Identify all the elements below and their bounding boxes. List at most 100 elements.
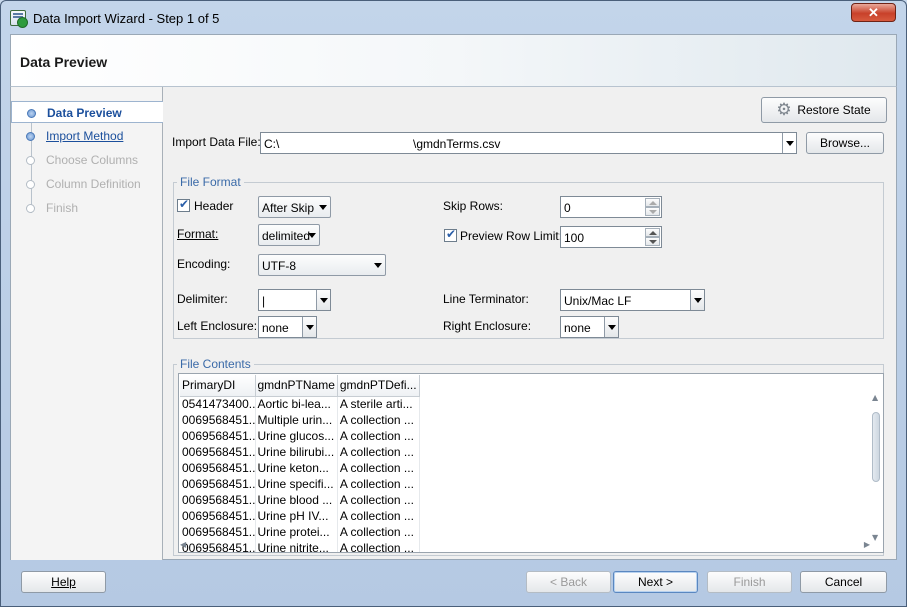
table-row[interactable]: 0541473400... Aortic bi-lea... A sterile a… — [180, 396, 420, 412]
close-button[interactable]: ✕ — [851, 3, 896, 22]
table-row[interactable]: 0069568451... Urine specifi... A collectio… — [180, 476, 420, 492]
format-label: Format: — [177, 227, 218, 241]
table-cell: 0069568451... — [180, 412, 256, 428]
delimiter-combo[interactable]: | — [258, 289, 331, 311]
column-header[interactable]: PrimaryDI — [180, 375, 256, 397]
table-row[interactable]: 0069568451... Urine pH IV... A collection … — [180, 508, 420, 524]
table-row[interactable]: 0069568451... Urine blood ... A collection… — [180, 492, 420, 508]
column-header[interactable]: gmdnPTDefi... — [337, 375, 420, 397]
table-cell: Urine pH IV... — [255, 508, 338, 524]
table-row[interactable]: 0069568451... Urine bilirubi... A collecti… — [180, 444, 420, 460]
line-terminator-label: Line Terminator: — [443, 292, 529, 306]
import-file-path-end: \gmdnTerms.csv — [413, 137, 501, 151]
step-pending-icon — [26, 204, 35, 213]
chevron-down-icon[interactable] — [302, 317, 316, 337]
nav-step-label: Data Preview — [47, 106, 122, 120]
preview-limit-label: Preview Row Limit: — [460, 229, 563, 243]
chevron-down-icon[interactable] — [690, 290, 704, 310]
nav-step-label: Import Method — [46, 129, 124, 143]
encoding-select[interactable]: UTF-8 — [258, 254, 386, 276]
encoding-label: Encoding: — [177, 257, 231, 271]
chevron-down-icon — [316, 197, 330, 217]
file-contents-table[interactable]: PrimaryDI gmdnPTName gmdnPTDefi... 05414… — [178, 373, 884, 553]
preview-limit-value: 100 — [564, 231, 585, 245]
page-title: Data Preview — [20, 54, 108, 70]
file-contents-title: File Contents — [177, 357, 254, 371]
line-terminator-combo[interactable]: Unix/Mac LF — [560, 289, 705, 311]
vertical-scrollbar[interactable]: ▲ ▼ — [870, 393, 882, 542]
skip-rows-spinner[interactable]: 0 — [560, 196, 662, 218]
app-icon — [10, 10, 28, 28]
table-row[interactable]: 0069568451... Urine keton... A collection … — [180, 460, 420, 476]
table-cell: 0541473400... — [180, 396, 256, 412]
browse-button[interactable]: Browse... — [806, 132, 884, 154]
check-icon: ✔ — [446, 227, 457, 241]
table-cell: A collection ... — [337, 444, 420, 460]
nav-step-import-method[interactable]: Import Method — [11, 125, 162, 147]
header-checkbox[interactable]: ✔ — [177, 197, 190, 212]
table-row[interactable]: 0069568451... Multiple urin... A collectio… — [180, 412, 420, 428]
chevron-down-icon[interactable] — [782, 133, 796, 153]
finish-button[interactable]: Finish — [707, 571, 792, 593]
nav-step-choose-columns: Choose Columns — [11, 149, 162, 171]
preview-limit-checkbox[interactable]: ✔ — [444, 227, 457, 242]
table-cell: Urine specifi... — [255, 476, 338, 492]
table-cell: Multiple urin... — [255, 412, 338, 428]
table-row[interactable]: 0069568451... Urine glucos... A collection… — [180, 428, 420, 444]
title-bar[interactable]: Data Import Wizard - Step 1 of 5 ✕ — [1, 1, 906, 33]
scroll-down-icon[interactable]: ▼ — [872, 533, 878, 542]
step-active-icon — [27, 109, 36, 118]
chevron-down-icon — [371, 255, 385, 275]
header-label: Header — [194, 199, 234, 213]
format-label-text: Format: — [177, 227, 219, 241]
restore-state-label: Restore State — [797, 103, 871, 117]
table-cell: Urine blood ... — [255, 492, 338, 508]
skip-rows-value: 0 — [564, 201, 571, 215]
preview-limit-spinner[interactable]: 100 — [560, 226, 662, 248]
nav-step-column-definition: Column Definition — [11, 173, 162, 195]
format-select[interactable]: delimited — [258, 224, 320, 246]
table-cell: A collection ... — [337, 412, 420, 428]
back-button[interactable]: < Back — [526, 571, 611, 593]
preview-table: PrimaryDI gmdnPTName gmdnPTDefi... 05414… — [180, 375, 420, 552]
next-button[interactable]: Next > — [613, 571, 698, 593]
scroll-up-icon[interactable]: ▲ — [872, 393, 878, 402]
cancel-button[interactable]: Cancel — [800, 571, 887, 593]
horizontal-scrollbar[interactable]: ◀ ▶ — [180, 539, 870, 551]
wizard-window: Data Import Wizard - Step 1 of 5 ✕ Data … — [0, 0, 907, 607]
header-option-value: After Skip — [262, 201, 315, 215]
help-button[interactable]: Help — [21, 571, 106, 593]
delimiter-value: | — [262, 294, 266, 308]
table-cell: A collection ... — [337, 492, 420, 508]
column-header[interactable]: gmdnPTName — [255, 375, 338, 397]
import-file-combo[interactable]: C:\ \gmdnTerms.csv — [260, 132, 797, 154]
nav-step-data-preview[interactable]: Data Preview — [11, 101, 163, 123]
restore-state-button[interactable]: Restore State — [761, 97, 887, 123]
table-cell: A collection ... — [337, 508, 420, 524]
step-complete-icon — [26, 132, 35, 141]
spinner-down-icon[interactable] — [645, 207, 660, 216]
gear-icon — [776, 98, 793, 122]
file-format-title: File Format — [177, 175, 244, 189]
right-enclosure-combo[interactable]: none — [560, 316, 619, 338]
scroll-left-icon[interactable]: ◀ — [180, 540, 186, 549]
table-cell: Aortic bi-lea... — [255, 396, 338, 412]
scroll-right-icon[interactable]: ▶ — [864, 540, 870, 549]
nav-step-label: Finish — [46, 201, 79, 215]
right-enclosure-value: none — [564, 321, 591, 335]
import-file-path-start: C:\ — [264, 137, 280, 151]
chevron-down-icon[interactable] — [316, 290, 330, 310]
spinner-up-icon[interactable] — [645, 228, 660, 237]
header-option-select[interactable]: After Skip — [258, 196, 331, 218]
wizard-steps-nav: Data Preview Import Method Choose Column… — [11, 87, 163, 560]
table-cell: A collection ... — [337, 524, 420, 540]
table-cell: 0069568451... — [180, 428, 256, 444]
table-cell: Urine protei... — [255, 524, 338, 540]
chevron-down-icon[interactable] — [604, 317, 618, 337]
scroll-thumb[interactable] — [872, 412, 880, 482]
table-row[interactable]: 0069568451... Urine protei... A collection… — [180, 524, 420, 540]
spinner-down-icon[interactable] — [645, 237, 660, 246]
spinner-up-icon[interactable] — [645, 198, 660, 207]
close-icon: ✕ — [868, 5, 879, 20]
left-enclosure-combo[interactable]: none — [258, 316, 317, 338]
